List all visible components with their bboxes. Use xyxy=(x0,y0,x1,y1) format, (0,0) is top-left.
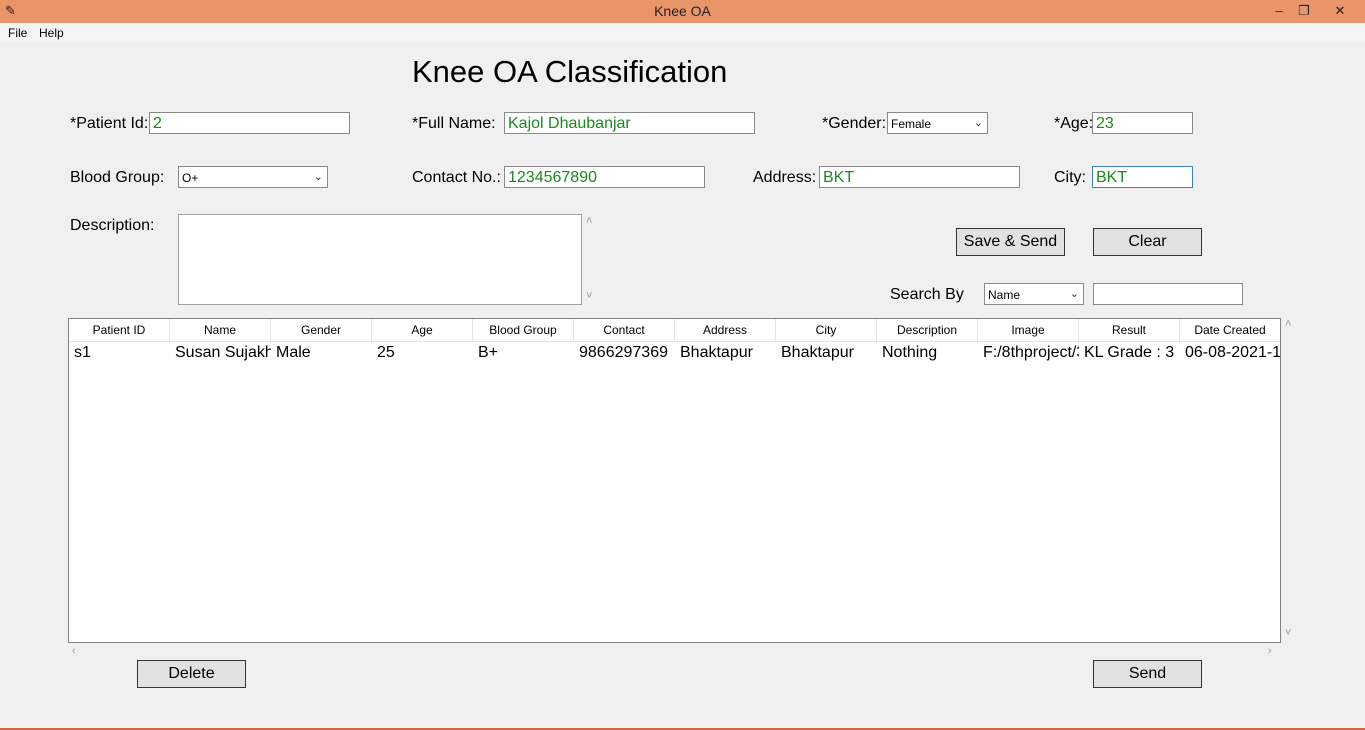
table-scroll-up-icon[interactable]: ˄ xyxy=(1285,318,1291,330)
search-by-select[interactable]: Name ⌄ xyxy=(984,283,1084,305)
minimize-button[interactable]: – xyxy=(1266,1,1292,21)
table-cell: Susan Sujakhu xyxy=(175,344,271,361)
table-cell: B+ xyxy=(478,344,499,361)
search-input[interactable] xyxy=(1093,283,1243,305)
table-cell: 25 xyxy=(377,344,395,361)
table-scroll-right-icon[interactable]: › xyxy=(1268,645,1272,657)
scroll-down-icon[interactable]: ˅ xyxy=(586,290,592,302)
column-header[interactable]: Date Created xyxy=(1180,319,1280,341)
column-header[interactable]: Name xyxy=(170,319,271,341)
delete-button[interactable]: Delete xyxy=(137,660,246,688)
blood-group-select-value: O+ xyxy=(182,171,199,185)
table-cell: Bhaktapur xyxy=(781,344,854,361)
column-header[interactable]: City xyxy=(776,319,877,341)
save-send-button[interactable]: Save & Send xyxy=(956,228,1065,256)
chevron-down-icon: ⌄ xyxy=(313,171,323,183)
chevron-down-icon: ⌄ xyxy=(1069,288,1079,300)
column-header[interactable]: Gender xyxy=(271,319,372,341)
search-by-select-value: Name xyxy=(988,288,1021,302)
gender-select[interactable]: Female ⌄ xyxy=(887,112,988,134)
menu-file[interactable]: File xyxy=(8,26,27,40)
table-scroll-left-icon[interactable]: ‹ xyxy=(72,645,76,657)
description-textarea[interactable] xyxy=(178,214,582,305)
maximize-button[interactable]: ❐ xyxy=(1291,1,1317,21)
city-field[interactable]: BKT xyxy=(1092,166,1193,188)
description-label: Description: xyxy=(70,217,155,234)
gender-select-value: Female xyxy=(891,117,932,131)
city-label: City: xyxy=(1054,169,1086,186)
patients-table[interactable]: Patient ID Name Gender Age Blood Group C… xyxy=(68,318,1281,643)
scroll-up-icon[interactable]: ˄ xyxy=(586,215,592,227)
table-cell: F:/8thproject/3 xyxy=(983,344,1079,361)
column-header[interactable]: Address xyxy=(675,319,776,341)
column-header[interactable]: Contact xyxy=(574,319,675,341)
blood-group-select[interactable]: O+ ⌄ xyxy=(178,166,328,188)
contact-field[interactable]: 1234567890 xyxy=(504,166,705,188)
menu-bar: File Help xyxy=(0,23,1365,42)
age-field[interactable]: 23 xyxy=(1092,112,1193,134)
patient-id-label: *Patient Id: xyxy=(70,115,149,132)
age-label: *Age: xyxy=(1054,115,1094,132)
blood-group-label: Blood Group: xyxy=(70,169,165,186)
table-cell: Bhaktapur xyxy=(680,344,753,361)
table-cell: s1 xyxy=(74,344,91,361)
address-field[interactable]: BKT xyxy=(819,166,1020,188)
close-button[interactable]: ✕ xyxy=(1327,1,1353,21)
chevron-down-icon: ⌄ xyxy=(973,117,983,129)
full-name-label: *Full Name: xyxy=(412,115,496,132)
search-by-label: Search By xyxy=(890,286,964,303)
table-cell: 9866297369 xyxy=(579,344,668,361)
menu-help[interactable]: Help xyxy=(39,26,64,40)
column-header[interactable]: Age xyxy=(372,319,473,341)
table-cell: KL Grade : 3 xyxy=(1084,344,1175,361)
address-label: Address: xyxy=(753,169,817,186)
contact-label: Contact No.: xyxy=(412,169,501,186)
table-cell: Nothing xyxy=(882,344,938,361)
column-header[interactable]: Patient ID xyxy=(69,319,170,341)
patient-id-field[interactable]: 2 xyxy=(149,112,350,134)
column-header[interactable]: Description xyxy=(877,319,978,341)
gender-label: *Gender: xyxy=(822,115,887,132)
column-header[interactable]: Result xyxy=(1079,319,1180,341)
send-button[interactable]: Send xyxy=(1093,660,1202,688)
full-name-field[interactable]: Kajol Dhaubanjar xyxy=(504,112,755,134)
column-header[interactable]: Image xyxy=(978,319,1079,341)
table-scroll-down-icon[interactable]: ˅ xyxy=(1285,627,1291,639)
table-header: Patient ID Name Gender Age Blood Group C… xyxy=(69,319,1280,342)
window-title: Knee OA xyxy=(654,3,711,19)
table-cell: 06-08-2021-1 xyxy=(1185,344,1281,361)
title-bar: ✎ Knee OA – ❐ ✕ xyxy=(0,0,1365,23)
clear-button[interactable]: Clear xyxy=(1093,228,1202,256)
table-row[interactable]: s1 Susan Sujakhu Male 25 B+ 9866297369 B… xyxy=(69,342,1281,364)
table-cell: Male xyxy=(276,344,311,361)
page-title: Knee OA Classification xyxy=(412,54,728,89)
column-header[interactable]: Blood Group xyxy=(473,319,574,341)
